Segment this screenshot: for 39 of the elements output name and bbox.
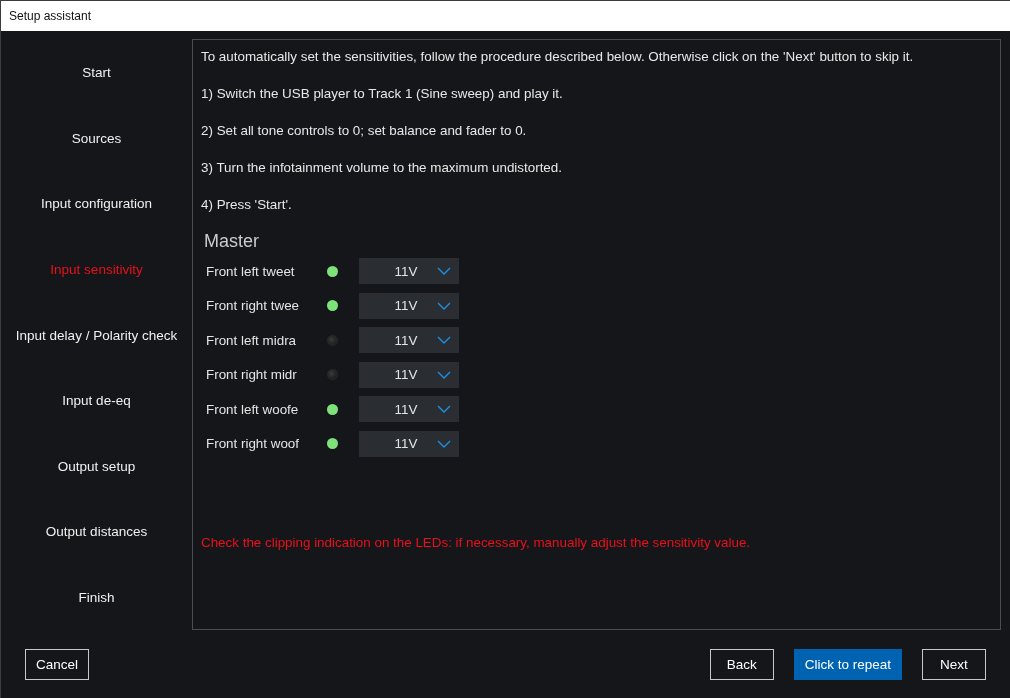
sidebar-item[interactable]: Output setup [1, 433, 192, 499]
channel-name: Front left woofe [206, 401, 300, 417]
sensitivity-dropdown[interactable]: 11V [359, 396, 459, 423]
dialog-button[interactable]: Next [922, 648, 986, 680]
sidebar-item[interactable]: Input delay / Polarity check [1, 302, 192, 368]
sensitivity-dropdown[interactable]: 11V [359, 258, 459, 284]
sensitivity-dropdown[interactable]: 11V [359, 430, 459, 457]
chevron-down-icon [437, 405, 451, 414]
step-text: 2) Set all tone controls to 0; set balance and fader to 0. [201, 123, 528, 139]
channel-name: Front right twee [206, 298, 301, 314]
chevron-down-icon [437, 267, 451, 275]
sidebar-item[interactable]: Finish [1, 564, 192, 631]
sidebar-item[interactable]: Output distances [1, 498, 192, 565]
sensitivity-dropdown[interactable]: 11V [359, 361, 459, 388]
chevron-down-icon [437, 301, 451, 310]
sensitivity-dropdown[interactable]: 11V [359, 292, 459, 319]
chevron-down-icon [437, 370, 451, 379]
intro-text: To automatically set the sensitivities, follow the procedure described below. Otherwise click on the 'Next' button to skip it. [201, 49, 915, 65]
window-title: Setup assistant [9, 9, 92, 23]
channel-name: Front right woof [206, 436, 301, 452]
step-text: 1) Switch the USB player to Track 1 (Sine sweep) and play it. [201, 86, 564, 102]
section-title: Master [204, 230, 260, 252]
warning-text: Check the clipping indication on the LEDs: if necessary, manually adjust the sensitivity value. [201, 534, 752, 551]
step-text: 3) Turn the infotainment volume to the maximum undistorted. [201, 160, 563, 176]
primary-button[interactable]: Click to repeat [793, 648, 902, 680]
sidebar-item[interactable]: Start [1, 40, 192, 106]
sidebar-item[interactable]: Sources [1, 105, 192, 172]
chevron-down-icon [437, 336, 451, 345]
channel-name: Front left midra [206, 332, 298, 348]
sidebar-item[interactable]: Input configuration [1, 171, 192, 237]
channel-name: Front left tweet [206, 263, 296, 279]
chevron-down-icon [437, 439, 451, 448]
sidebar-item[interactable]: Input de-eq [1, 367, 192, 434]
step-text: 4) Press 'Start'. [201, 197, 293, 213]
sensitivity-dropdown[interactable]: 11V [359, 327, 459, 354]
dialog-button[interactable]: Back [709, 648, 774, 680]
sidebar-item[interactable]: Input sensitivity [1, 236, 192, 303]
channel-name: Front right midr [206, 367, 298, 383]
dialog-button[interactable]: Cancel [25, 648, 90, 680]
